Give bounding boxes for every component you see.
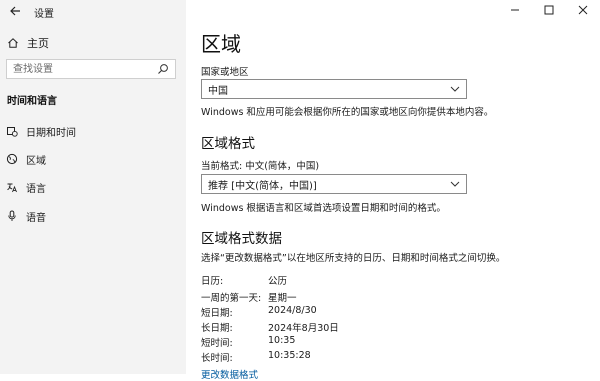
back-button[interactable]	[6, 3, 24, 19]
table-row: 一周的第一天: 星期一	[201, 290, 501, 304]
sidebar: 设置 主页 时间和语言 日期和时间	[0, 0, 186, 374]
language-icon	[6, 181, 18, 193]
main-content: 区域 国家或地区 中国 Windows 和应用可能会根据你所在的国家或地区向你提…	[201, 0, 591, 381]
row-key: 短日期:	[201, 308, 233, 319]
format-description: Windows 根据语言和区域首选项设置日期和时间的格式。	[201, 203, 446, 214]
table-row: 长时间: 10:35:28	[201, 350, 501, 364]
sidebar-item-label: 区域	[26, 155, 46, 167]
row-key: 长日期:	[201, 323, 233, 334]
globe-icon	[6, 153, 18, 165]
app-title: 设置	[34, 9, 54, 20]
sidebar-item-label: 日期和时间	[26, 127, 76, 139]
row-key: 一周的第一天:	[201, 293, 262, 304]
row-value: 2024年8月30日	[268, 323, 339, 334]
section-title: 时间和语言	[7, 96, 57, 107]
sidebar-item-speech[interactable]: 语音	[6, 206, 176, 226]
home-label: 主页	[27, 37, 49, 50]
row-value: 10:35	[268, 335, 296, 346]
row-value: 星期一	[268, 293, 297, 304]
home-nav-item[interactable]: 主页	[6, 34, 176, 52]
sidebar-item-region[interactable]: 区域	[6, 149, 176, 169]
sidebar-item-label: 语音	[26, 212, 46, 224]
country-description: Windows 和应用可能会根据你所在的国家或地区向你提供本地内容。	[201, 107, 494, 118]
row-value: 公历	[268, 276, 288, 287]
change-data-format-link[interactable]: 更改数据格式	[201, 367, 258, 381]
format-dropdown[interactable]: 推荐 [中文(简体，中国)]	[201, 174, 467, 194]
chevron-down-icon	[450, 181, 460, 187]
table-row: 短时间: 10:35	[201, 335, 501, 349]
table-row: 日历: 公历	[201, 273, 501, 287]
sidebar-item-label: 语言	[26, 183, 46, 195]
back-arrow-icon	[10, 6, 20, 16]
page-title: 区域	[201, 32, 241, 56]
microphone-icon	[6, 210, 18, 222]
search-input[interactable]	[7, 62, 155, 76]
format-value: 推荐 [中文(简体，中国)]	[208, 180, 317, 192]
table-row: 短日期: 2024/8/30	[201, 305, 501, 319]
row-key: 短时间:	[201, 338, 233, 349]
row-key: 日历:	[201, 276, 224, 287]
calendar-clock-icon	[6, 125, 18, 137]
sidebar-item-date-time[interactable]: 日期和时间	[6, 121, 176, 141]
home-icon	[6, 36, 20, 50]
format-data-heading: 区域格式数据	[201, 231, 282, 247]
search-box[interactable]	[6, 59, 176, 79]
country-label: 国家或地区	[201, 67, 249, 78]
sidebar-item-language[interactable]: 语言	[6, 177, 176, 197]
format-data-description: 选择“更改数据格式”以在地区所支持的日历、日期和时间格式之间切换。	[201, 253, 506, 264]
row-value: 2024/8/30	[268, 305, 317, 316]
table-row: 长日期: 2024年8月30日	[201, 320, 501, 334]
format-heading: 区域格式	[201, 136, 255, 152]
row-value: 10:35:28	[268, 350, 311, 361]
country-value: 中国	[208, 85, 228, 97]
row-key: 长时间:	[201, 353, 233, 364]
search-icon[interactable]	[157, 63, 169, 75]
current-format-label: 当前格式: 中文(简体，中国)	[201, 161, 320, 172]
country-dropdown[interactable]: 中国	[201, 79, 467, 99]
chevron-down-icon	[450, 86, 460, 92]
titlebar-left: 设置	[0, 0, 186, 22]
